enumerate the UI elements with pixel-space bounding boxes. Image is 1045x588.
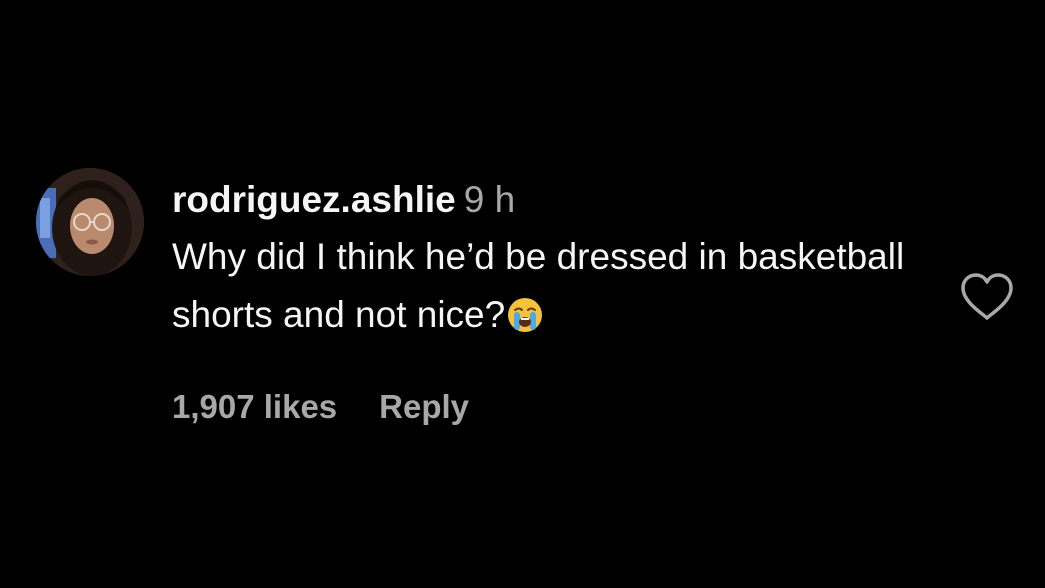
avatar[interactable]	[36, 168, 144, 276]
comment-actions: 1,907 likes Reply	[172, 388, 469, 426]
username[interactable]: rodriguez.ashlie	[172, 179, 456, 220]
loudly-crying-face-icon	[507, 292, 543, 350]
comment-time: 9 h	[463, 179, 516, 220]
comment-text-container: Why did I think he’d be dressed in baske…	[172, 228, 932, 350]
reply-button[interactable]: Reply	[379, 388, 469, 425]
comment: rodriguez.ashlie 9 h Why did I think he’d…	[36, 168, 1026, 438]
likes-count[interactable]: 1,907 likes	[172, 388, 337, 425]
comment-body: rodriguez.ashlie 9 h Why did I think he’d…	[172, 176, 932, 350]
heart-outline-icon[interactable]	[959, 272, 1015, 322]
avatar-image	[36, 168, 144, 276]
comment-header: rodriguez.ashlie 9 h	[172, 176, 932, 224]
